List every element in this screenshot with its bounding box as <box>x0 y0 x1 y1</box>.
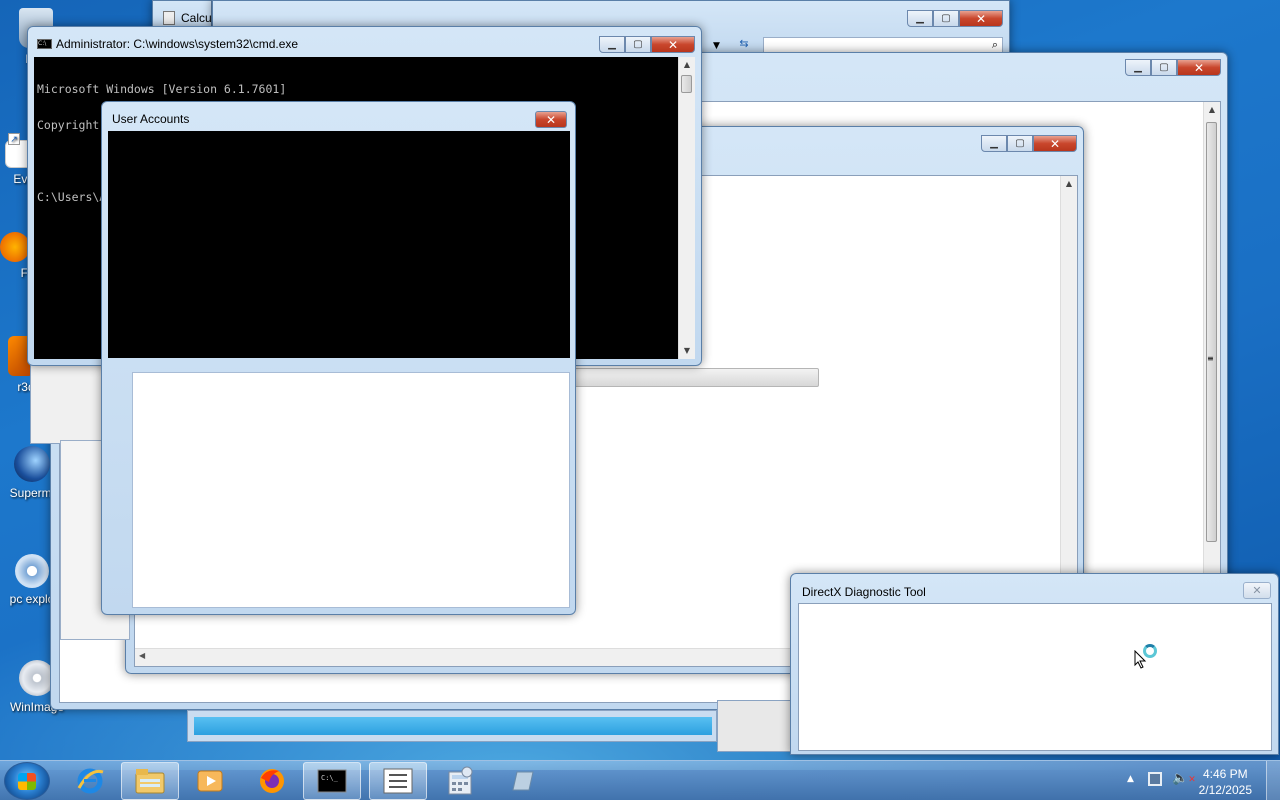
window-title: Calcul <box>181 11 215 25</box>
scroll-up-icon[interactable]: ▲ <box>679 57 695 73</box>
maximize-button[interactable]: ▢ <box>625 36 651 53</box>
close-icon: ✕ <box>975 11 987 26</box>
maximize-icon: ▢ <box>633 39 643 50</box>
media-player-icon <box>197 770 223 792</box>
svg-text:C:\_: C:\_ <box>321 774 339 782</box>
minimize-button[interactable]: ▁ <box>981 135 1007 152</box>
directx-content <box>798 603 1272 751</box>
taskbar-button-calculator[interactable] <box>431 762 489 800</box>
user-accounts-window[interactable]: User Accounts ✕ <box>101 101 576 615</box>
dialog-background <box>30 360 110 444</box>
bottom-window-stub-right <box>717 700 792 752</box>
calculator-app-icon <box>163 11 175 25</box>
close-icon: ✕ <box>545 112 557 127</box>
maximize-button[interactable]: ▢ <box>933 10 959 27</box>
window-title: DirectX Diagnostic Tool <box>802 585 926 599</box>
show-desktop-button[interactable] <box>1266 761 1280 800</box>
system-tray: ▲ 🔈✕ 4:46 PM 2/12/2025 <box>1120 761 1280 800</box>
scroll-left-icon[interactable]: ◀ <box>139 651 145 660</box>
close-button[interactable]: ✕ <box>535 111 567 128</box>
minimize-button[interactable]: ▁ <box>1125 59 1151 76</box>
cmd-app-icon: C:\ <box>37 39 52 49</box>
minimize-button[interactable]: ▁ <box>907 10 933 27</box>
refresh-icon: ⇆ <box>739 37 749 50</box>
loading-spinner-icon <box>1143 644 1157 658</box>
minimize-icon: ▁ <box>608 39 616 50</box>
bottom-window-stub <box>187 710 717 742</box>
console-line: Microsoft Windows [Version 6.1.7601] <box>37 82 287 96</box>
firefox-icon <box>260 769 284 793</box>
scroll-up-icon[interactable]: ▲ <box>1061 176 1077 192</box>
close-button[interactable]: ✕ <box>959 10 1003 27</box>
taskbar-button-media-player[interactable] <box>181 762 239 800</box>
minimize-icon: ▁ <box>1134 62 1142 73</box>
maximize-button[interactable]: ▢ <box>1007 135 1033 152</box>
generic-app-icon <box>512 771 534 791</box>
clock[interactable]: 4:46 PM 2/12/2025 <box>1199 766 1252 798</box>
scrollbar-thumb[interactable] <box>681 75 692 93</box>
internet-explorer-icon <box>77 768 104 794</box>
close-icon: ✕ <box>1049 136 1061 151</box>
window-title: Administrator: C:\windows\system32\cmd.e… <box>56 37 299 51</box>
maximize-icon: ▢ <box>1159 62 1169 73</box>
user-accounts-content <box>132 372 570 608</box>
maximize-button[interactable]: ▢ <box>1151 59 1177 76</box>
user-accounts-black-area <box>108 131 570 358</box>
taskbar-button-firefox[interactable] <box>243 762 301 800</box>
taskbar-button-command-prompt[interactable]: C:\_ <box>303 762 361 800</box>
list-app-icon <box>383 768 413 794</box>
windows-logo-icon <box>18 773 36 790</box>
taskbar: C:\_ ▲ 🔈✕ 4:46 PM 2/12/2025 <box>0 760 1280 800</box>
volume-muted-icon[interactable]: 🔈✕ <box>1172 771 1196 786</box>
clock-date: 2/12/2025 <box>1198 783 1252 797</box>
minimize-icon: ▁ <box>916 13 924 24</box>
close-button[interactable]: ✕ <box>1243 582 1271 599</box>
window-title: User Accounts <box>112 112 190 126</box>
close-button[interactable]: ✕ <box>651 36 695 53</box>
chevron-down-icon: ▼ <box>713 41 720 51</box>
taskbar-button-file-explorer[interactable] <box>121 762 179 800</box>
network-icon[interactable] <box>1148 772 1162 786</box>
search-icon: ⌕ <box>991 38 998 51</box>
minimize-icon: ▁ <box>990 138 998 149</box>
taskbar-button-generic-app[interactable] <box>493 762 551 800</box>
close-icon: ✕ <box>667 37 679 52</box>
scrollbar-thumb[interactable] <box>1206 122 1217 542</box>
clock-time: 4:46 PM <box>1202 767 1248 781</box>
maximize-icon: ▢ <box>1015 138 1025 149</box>
minimize-button[interactable]: ▁ <box>599 36 625 53</box>
show-hidden-icons-icon[interactable]: ▲ <box>1127 774 1134 784</box>
calculator-icon <box>448 766 473 795</box>
scroll-up-icon[interactable]: ▲ <box>1204 102 1220 118</box>
close-icon: ✕ <box>1252 584 1262 597</box>
command-prompt-icon: C:\_ <box>317 769 347 793</box>
supermium-icon <box>14 446 50 482</box>
close-button[interactable]: ✕ <box>1177 59 1221 76</box>
taskbar-button-internet-explorer[interactable] <box>61 762 119 800</box>
directx-window[interactable]: DirectX Diagnostic Tool ✕ <box>790 573 1279 755</box>
scrollbar-grip-icon: ≡ <box>1207 354 1214 363</box>
taskbar-button-list-app[interactable] <box>369 762 427 800</box>
gear-icon <box>15 554 49 588</box>
start-button[interactable] <box>4 762 50 800</box>
file-explorer-icon <box>135 769 165 794</box>
close-button[interactable]: ✕ <box>1033 135 1077 152</box>
firefox-icon <box>0 232 30 262</box>
close-icon: ✕ <box>1193 60 1205 75</box>
vertical-scrollbar[interactable]: ▲ ▼ <box>678 57 695 359</box>
scroll-down-icon[interactable]: ▼ <box>679 343 695 359</box>
maximize-icon: ▢ <box>941 13 951 24</box>
